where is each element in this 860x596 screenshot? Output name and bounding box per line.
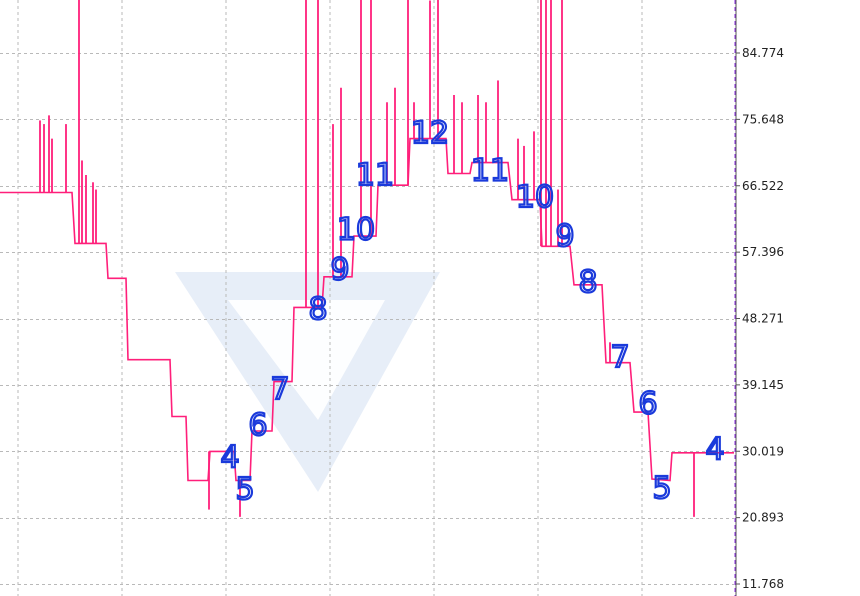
- annotation-label: 11: [471, 154, 509, 189]
- annotation-label: 4: [705, 432, 724, 467]
- y-tick-label: 11.768: [742, 577, 784, 591]
- y-tick-label: 39.145: [742, 378, 784, 392]
- y-axis: 84.774 75.648 66.522 57.396 48.271 39.145 30.0…: [735, 0, 784, 596]
- annotation-label: 5: [652, 471, 671, 506]
- y-tick-label: 30.019: [742, 444, 784, 458]
- annotation-label: 7: [270, 372, 289, 407]
- y-tick-label: 75.648: [742, 112, 784, 126]
- y-tick-label: 20.893: [742, 511, 784, 525]
- annotation-label: 5: [235, 472, 254, 507]
- annotation-label: 11: [356, 158, 394, 193]
- annotation-label: 9: [330, 253, 349, 288]
- annotation-label: 10: [337, 213, 375, 248]
- price-chart: 4 5 6 7 8 9 10 11 12 11 10 9 8 7 6 5 4 84.774 75.648 66.52…: [0, 0, 860, 596]
- annotation-label: 6: [638, 386, 657, 421]
- price-spikes: [39, 0, 695, 517]
- annotation-label: 12: [411, 116, 449, 151]
- annotation-label: 7: [610, 340, 629, 375]
- y-tick-label: 57.396: [742, 245, 784, 259]
- annotation-label: 6: [248, 408, 267, 443]
- y-tick-label: 48.271: [742, 312, 784, 326]
- chart-canvas: 4567891011121110987654 84.77475.64866.52…: [0, 0, 784, 596]
- y-tick-label: 84.774: [742, 46, 784, 60]
- annotation-label: 4: [220, 440, 239, 475]
- annotation-label: 10: [516, 180, 554, 215]
- y-tick-label: 66.522: [742, 179, 784, 193]
- annotation-label: 9: [555, 219, 574, 254]
- annotation-label: 8: [578, 265, 597, 300]
- annotation-label: 8: [308, 292, 327, 327]
